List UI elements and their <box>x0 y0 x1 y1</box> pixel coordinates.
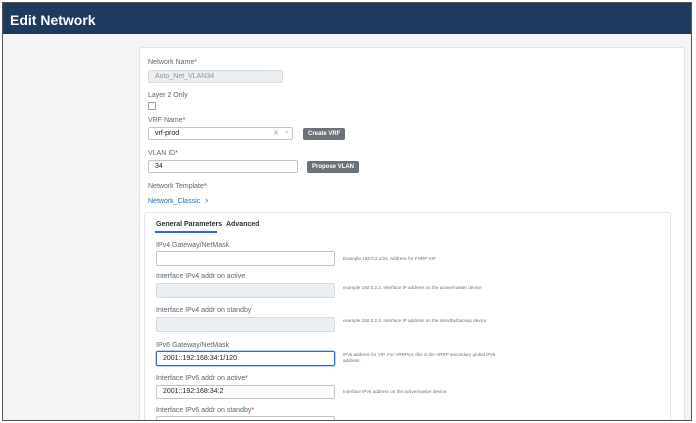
network-template-label: Network Template* <box>148 183 207 190</box>
vrf-name-label: VRF Name* <box>148 117 186 124</box>
clear-icon[interactable]: ✕ <box>273 129 279 137</box>
network-template-link[interactable]: Network_Classic › <box>148 195 208 205</box>
ipv4-standby-label: Interface IPv4 addr on standby <box>156 307 252 314</box>
ipv4-gateway-hint: Example 192.0.2.1/24. Address for FHRP V… <box>343 256 436 261</box>
ipv4-active-input[interactable] <box>156 283 335 298</box>
ipv6-gateway-input[interactable]: 2001::192:168:34:1/120 <box>156 351 335 366</box>
create-vrf-button[interactable]: Create VRF <box>303 128 346 140</box>
ipv6-active-input[interactable]: 2001::192:168:34:2 <box>156 385 335 399</box>
ipv6-standby-label: Interface IPv6 addr on standby* <box>156 407 255 414</box>
ipv4-standby-input[interactable] <box>156 317 335 332</box>
ipv4-gateway-label: IPv4 Gateway/NetMask <box>156 242 230 249</box>
ipv4-active-hint: example 192.0.2.2. Interface IP address … <box>343 285 482 290</box>
chevron-right-icon: › <box>205 195 209 205</box>
propose-vlan-button[interactable]: Propose VLAN <box>307 161 360 173</box>
tab-general-parameters[interactable]: General Parameters <box>156 221 222 228</box>
ipv6-active-hint: Interface IPv6 address on the active/mas… <box>343 389 448 394</box>
vlan-id-label: VLAN ID* <box>148 150 178 157</box>
ipv4-standby-hint: example 192.0.2.3. Interface IP address … <box>343 318 487 323</box>
layer2-only-checkbox[interactable] <box>148 102 156 110</box>
ipv4-active-label: Interface IPv4 addr on active <box>156 273 246 280</box>
vrf-name-select[interactable]: vrf-prod <box>148 127 293 140</box>
tab-advanced[interactable]: Advanced <box>226 221 259 228</box>
ipv6-active-label: Interface IPv6 addr on active* <box>156 375 248 382</box>
window-title: Edit Network <box>3 3 691 34</box>
ipv6-gateway-hint: IPv6 address for VIP. For VRRPv3, this i… <box>343 352 496 363</box>
ipv6-gateway-label: IPv6 Gateway/NetMask <box>156 342 230 349</box>
active-tab-indicator <box>155 231 217 233</box>
ipv6-standby-input[interactable] <box>156 416 335 420</box>
ipv4-gateway-input[interactable] <box>156 251 335 266</box>
edit-network-window: Edit Network Network Name* Auto_Net_VLAN… <box>2 2 692 421</box>
chevron-down-icon[interactable]: ⌄ <box>284 127 290 135</box>
network-name-label: Network Name* <box>148 59 198 66</box>
network-name-input[interactable]: Auto_Net_VLAN34 <box>148 70 283 83</box>
layer2-only-label: Layer 2 Only <box>148 92 188 99</box>
vlan-id-input[interactable]: 34 <box>148 160 298 173</box>
